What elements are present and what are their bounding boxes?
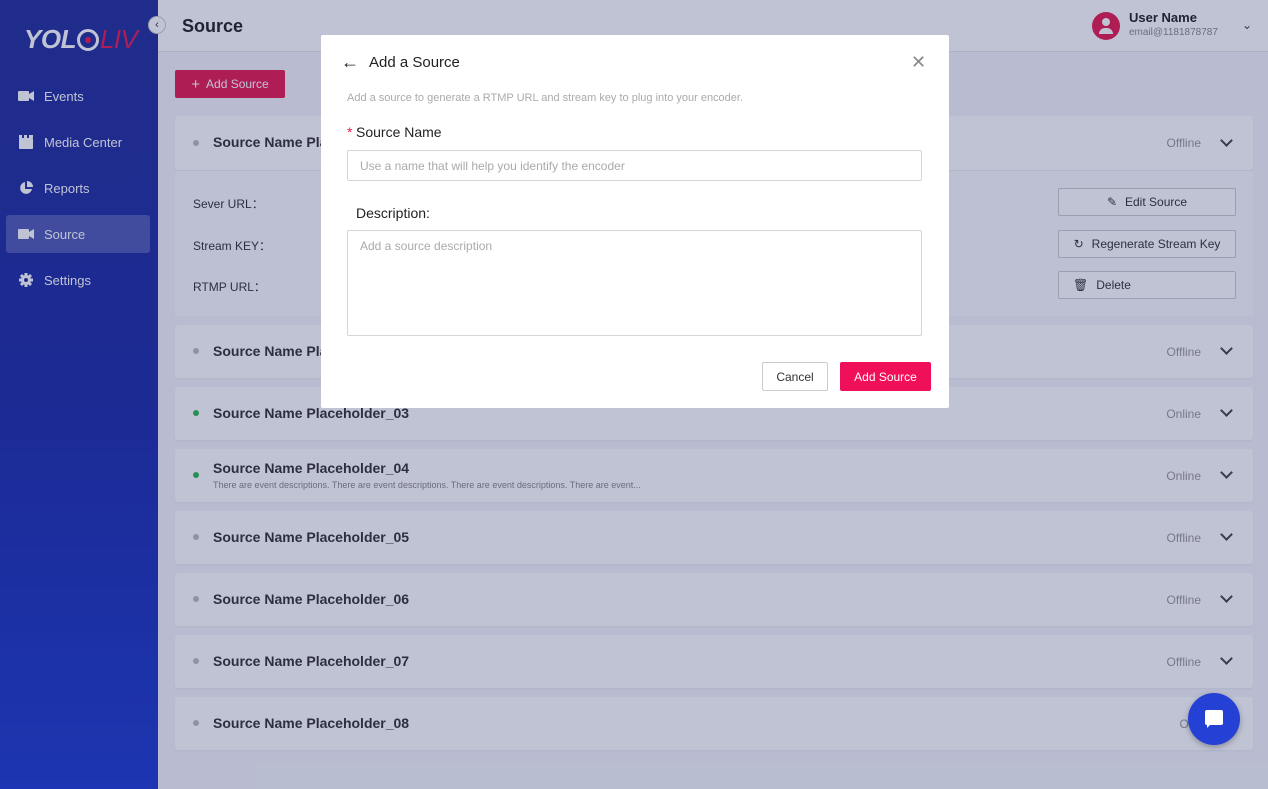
required-mark: * (347, 124, 353, 140)
add-source-submit-button[interactable]: Add Source (840, 362, 931, 391)
description-textarea[interactable] (347, 230, 922, 336)
add-source-dialog: ← Add a Source ✕ Add a source to generat… (321, 35, 949, 408)
source-name-input[interactable] (347, 150, 922, 181)
back-arrow-icon[interactable]: ← (341, 52, 359, 73)
source-name-label: Source Name (356, 124, 442, 140)
close-icon[interactable]: ✕ (911, 52, 926, 73)
dialog-title: Add a Source (369, 54, 460, 71)
chat-icon[interactable] (1188, 693, 1240, 745)
description-label: Description: (356, 205, 430, 221)
cancel-button[interactable]: Cancel (762, 362, 828, 391)
dialog-subtitle: Add a source to generate a RTMP URL and … (347, 92, 744, 104)
